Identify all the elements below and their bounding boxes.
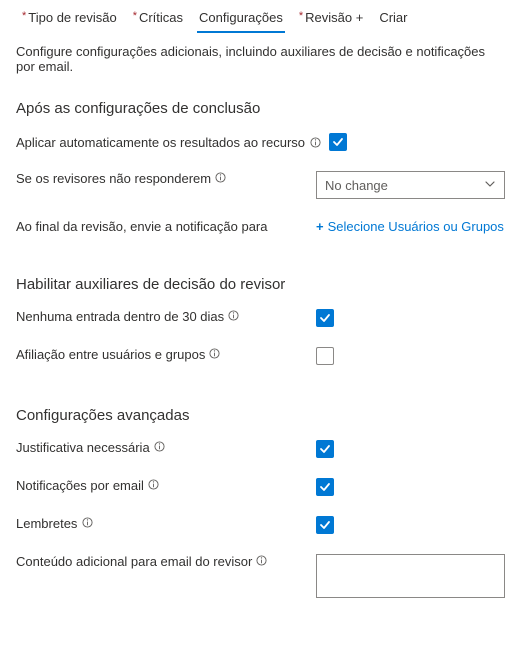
row-email-notif: Notificações por email: [0, 472, 521, 502]
tab-label: Criar: [379, 10, 407, 25]
label-no-signin: Nenhuma entrada dentro de 30 dias: [16, 309, 240, 324]
add-users-groups-link[interactable]: + Selecione Usuários ou Grupos: [316, 219, 504, 234]
tab-settings[interactable]: Configurações: [193, 6, 289, 33]
checkbox-no-signin[interactable]: [316, 309, 334, 327]
required-asterisk: *: [22, 10, 26, 22]
dropdown-no-respond[interactable]: No change: [316, 171, 505, 199]
row-extra-content: Conteúdo adicional para email do revisor: [0, 548, 521, 604]
info-icon[interactable]: [256, 555, 268, 567]
info-icon[interactable]: [228, 310, 240, 322]
label-extra-content: Conteúdo adicional para email do revisor: [16, 554, 268, 569]
tab-label: Revisão +: [305, 10, 363, 25]
chevron-down-icon: [484, 178, 496, 193]
link-text: Selecione Usuários ou Grupos: [328, 219, 504, 234]
label-justification: Justificativa necessária: [16, 440, 165, 455]
section-completion-title: Após as configurações de conclusão: [0, 92, 521, 127]
extra-content-textarea[interactable]: [316, 554, 505, 598]
required-asterisk: *: [133, 10, 137, 22]
row-reminders: Lembretes: [0, 510, 521, 540]
checkbox-email-notif[interactable]: [316, 478, 334, 496]
settings-description: Configure configurações adicionais, incl…: [0, 34, 521, 92]
tab-reviews[interactable]: *Críticas: [127, 6, 189, 33]
plus-icon: +: [316, 219, 324, 234]
tab-label: Críticas: [139, 10, 183, 25]
info-icon[interactable]: [81, 517, 93, 529]
checkbox-affiliation[interactable]: [316, 347, 334, 365]
tab-review-plus[interactable]: *Revisão +: [293, 6, 369, 33]
info-icon[interactable]: [153, 441, 165, 453]
label-reminders: Lembretes: [16, 516, 93, 531]
row-notify: Ao final da revisão, envie a notificação…: [0, 213, 521, 240]
tabs-bar: *Tipo de revisão *Críticas Configurações…: [0, 0, 521, 34]
label-affiliation: Afiliação entre usuários e grupos: [16, 347, 221, 362]
row-justification: Justificativa necessária: [0, 434, 521, 464]
dropdown-value: No change: [325, 178, 388, 193]
tab-label: Tipo de revisão: [28, 10, 116, 25]
row-auto-apply: Aplicar automaticamente os resultados ao…: [0, 127, 521, 157]
info-icon[interactable]: [215, 172, 227, 184]
tab-review-type[interactable]: *Tipo de revisão: [16, 6, 123, 33]
tab-label: Configurações: [199, 10, 283, 25]
label-email-notif: Notificações por email: [16, 478, 160, 493]
checkbox-reminders[interactable]: [316, 516, 334, 534]
row-no-respond: Se os revisores não responderem No chang…: [0, 165, 521, 205]
checkbox-justification[interactable]: [316, 440, 334, 458]
label-notify: Ao final da revisão, envie a notificação…: [16, 219, 268, 234]
section-advanced-title: Configurações avançadas: [0, 399, 521, 434]
label-no-respond: Se os revisores não responderem: [16, 171, 227, 186]
section-helpers-title: Habilitar auxiliares de decisão do revis…: [0, 268, 521, 303]
info-icon[interactable]: [209, 348, 221, 360]
info-icon[interactable]: [148, 479, 160, 491]
required-asterisk: *: [299, 10, 303, 22]
row-no-signin: Nenhuma entrada dentro de 30 dias: [0, 303, 521, 333]
tab-create[interactable]: Criar: [373, 6, 413, 33]
checkbox-auto-apply[interactable]: [329, 133, 347, 151]
info-icon[interactable]: [309, 136, 321, 148]
row-affiliation: Afiliação entre usuários e grupos: [0, 341, 521, 371]
label-auto-apply: Aplicar automaticamente os resultados ao…: [16, 135, 321, 150]
